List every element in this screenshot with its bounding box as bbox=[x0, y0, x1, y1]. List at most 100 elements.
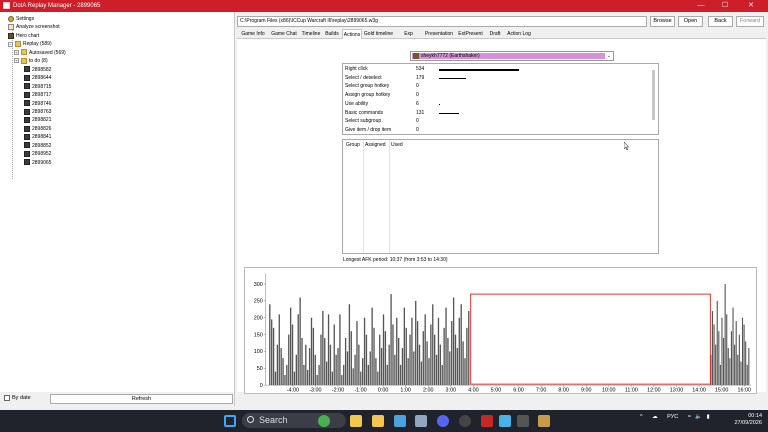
clock[interactable]: 00:14 27/09/2026 bbox=[728, 413, 762, 427]
maximize-button[interactable]: ☐ bbox=[714, 0, 736, 12]
apm-bar bbox=[337, 348, 339, 386]
tab-builds[interactable]: Builds bbox=[323, 29, 341, 39]
action-row: Give item / drop item 0 bbox=[345, 126, 645, 135]
tab-gold-timeline[interactable]: Gold timeline bbox=[363, 29, 394, 39]
tab-draft[interactable]: Draft bbox=[486, 29, 504, 39]
apm-bar bbox=[458, 317, 460, 386]
apm-bar bbox=[743, 324, 745, 386]
tree-item[interactable]: 2898644 bbox=[24, 74, 51, 82]
apm-bar bbox=[452, 297, 455, 386]
tree-item[interactable]: 2898821 bbox=[24, 116, 51, 124]
tree-item[interactable]: 2898746 bbox=[24, 100, 51, 108]
obs-icon[interactable] bbox=[459, 415, 471, 427]
expand-icon[interactable]: + bbox=[14, 49, 19, 55]
tree-item[interactable]: 2899065 bbox=[24, 159, 51, 167]
expand-icon[interactable]: + bbox=[14, 58, 19, 64]
language-indicator[interactable]: РУС bbox=[667, 414, 678, 420]
tab-game-info[interactable]: Game Info bbox=[238, 29, 268, 39]
apm-bar bbox=[735, 321, 737, 386]
tab-presentation[interactable]: Presentation bbox=[423, 29, 455, 39]
tree-item[interactable]: − Replay (589) bbox=[8, 40, 52, 48]
action-count: 179 bbox=[416, 74, 425, 81]
browse-button[interactable]: Browse bbox=[650, 16, 675, 27]
sidebar-footer: By date Refresh bbox=[0, 392, 235, 406]
apm-bar bbox=[343, 364, 345, 386]
replay-icon bbox=[24, 142, 30, 149]
apm-bar bbox=[324, 337, 326, 386]
x-tick-label: 6:00 bbox=[513, 388, 524, 394]
chrome-icon[interactable] bbox=[318, 415, 330, 427]
apm-bar bbox=[437, 317, 440, 386]
close-button[interactable]: ✕ bbox=[740, 0, 762, 12]
by-date-checkbox[interactable]: By date bbox=[4, 395, 31, 401]
action-name: Select subgroup bbox=[345, 118, 382, 125]
tree-item[interactable]: 2898952 bbox=[24, 150, 51, 158]
apm-bar bbox=[418, 344, 421, 386]
chevron-down-icon[interactable]: ⌄ bbox=[607, 52, 611, 60]
apm-bar bbox=[732, 307, 734, 386]
battery-icon[interactable]: ▮ bbox=[707, 414, 710, 420]
apm-bar bbox=[308, 348, 311, 386]
tree-item[interactable]: Analyze screenshot bbox=[8, 23, 60, 31]
replay-manager-icon[interactable] bbox=[538, 415, 550, 427]
tree-item[interactable]: + to do (8) bbox=[14, 57, 48, 65]
tree-item[interactable]: 2898841 bbox=[24, 133, 51, 141]
minimize-button[interactable]: — bbox=[690, 0, 712, 12]
replay-icon bbox=[24, 117, 30, 124]
tree-item[interactable]: Hero chart bbox=[8, 32, 39, 40]
apm-chart: 0 50 100 150 200 250 300 -4:00 -3:00 -2:00 -1:00 0:… bbox=[244, 267, 757, 394]
apm-bar bbox=[740, 361, 742, 386]
tree-item[interactable]: Settings bbox=[8, 15, 34, 23]
refresh-button[interactable]: Refresh bbox=[50, 394, 233, 404]
apm-bar bbox=[358, 344, 360, 386]
back-button[interactable]: Back bbox=[708, 16, 733, 27]
tab-game-chat[interactable]: Game Chat bbox=[269, 29, 299, 39]
tree-item[interactable]: 2898582 bbox=[24, 66, 51, 74]
tab-action-log[interactable]: Action Log bbox=[505, 29, 533, 39]
apm-bar bbox=[422, 331, 424, 386]
tree-item[interactable]: + Autosaved (569) bbox=[14, 49, 66, 57]
tree-item[interactable]: 2898715 bbox=[24, 83, 51, 91]
replay-tree[interactable]: Settings Analyze screenshot Hero chart − Rep… bbox=[0, 12, 235, 392]
replay-path-field[interactable]: C:\Program Files (x86)\ICCup Warcraft II… bbox=[237, 16, 647, 27]
tree-item[interactable]: 2898717 bbox=[24, 91, 51, 99]
tree-item[interactable]: 2898763 bbox=[24, 108, 51, 116]
chevron-up-icon[interactable]: ^ bbox=[640, 414, 643, 420]
tree-item[interactable]: 2898826 bbox=[24, 125, 51, 133]
player-select[interactable]: sheykh7772 (Earthshaker) ⌄ bbox=[410, 51, 614, 61]
discord-icon[interactable] bbox=[437, 415, 449, 427]
terminal-icon[interactable] bbox=[517, 415, 529, 427]
replay-icon bbox=[24, 100, 30, 107]
tab-exp-timeline[interactable]: Exp timeline bbox=[395, 29, 422, 47]
tree-item-label: 2898644 bbox=[32, 75, 52, 82]
gear-icon bbox=[8, 15, 14, 22]
action-name: Select group hotkey bbox=[345, 83, 390, 90]
open-button[interactable]: Open bbox=[678, 16, 703, 27]
checkbox-box[interactable] bbox=[4, 395, 10, 401]
forward-button[interactable]: Forward bbox=[736, 16, 764, 27]
afk-period-label: Longest AFK period: 10:37 (from 3:53 to … bbox=[343, 257, 448, 263]
x-tick-label: -2:00 bbox=[332, 388, 344, 394]
tree-item-label: Analyze screenshot bbox=[16, 24, 60, 31]
tree-item[interactable]: 2898852 bbox=[24, 142, 51, 150]
tab-timeline[interactable]: Timeline bbox=[300, 29, 322, 39]
tab-extpresent[interactable]: ExtPresent bbox=[456, 29, 485, 39]
action-list-scrollbar[interactable] bbox=[652, 70, 655, 120]
apm-bar bbox=[301, 337, 303, 386]
settings-icon[interactable] bbox=[415, 415, 427, 427]
wifi-icon[interactable]: ≈ bbox=[688, 414, 691, 420]
photos-icon[interactable] bbox=[499, 415, 511, 427]
volume-icon[interactable]: 🔈 bbox=[695, 414, 702, 420]
notepad-icon[interactable] bbox=[394, 415, 406, 427]
apm-bar bbox=[365, 334, 368, 386]
files-icon[interactable] bbox=[350, 415, 362, 427]
x-tick-label: 14:00 bbox=[692, 388, 706, 394]
start-icon[interactable] bbox=[224, 415, 236, 427]
apm-bar bbox=[462, 341, 464, 386]
tray-app-icon[interactable]: ☁ bbox=[652, 414, 658, 420]
assigned-column-header: Assigned bbox=[365, 142, 386, 148]
collapse-icon[interactable]: − bbox=[8, 41, 13, 47]
explorer-icon[interactable] bbox=[372, 415, 384, 427]
red-app-icon[interactable] bbox=[481, 415, 493, 427]
taskbar-search[interactable]: Search bbox=[242, 413, 346, 428]
